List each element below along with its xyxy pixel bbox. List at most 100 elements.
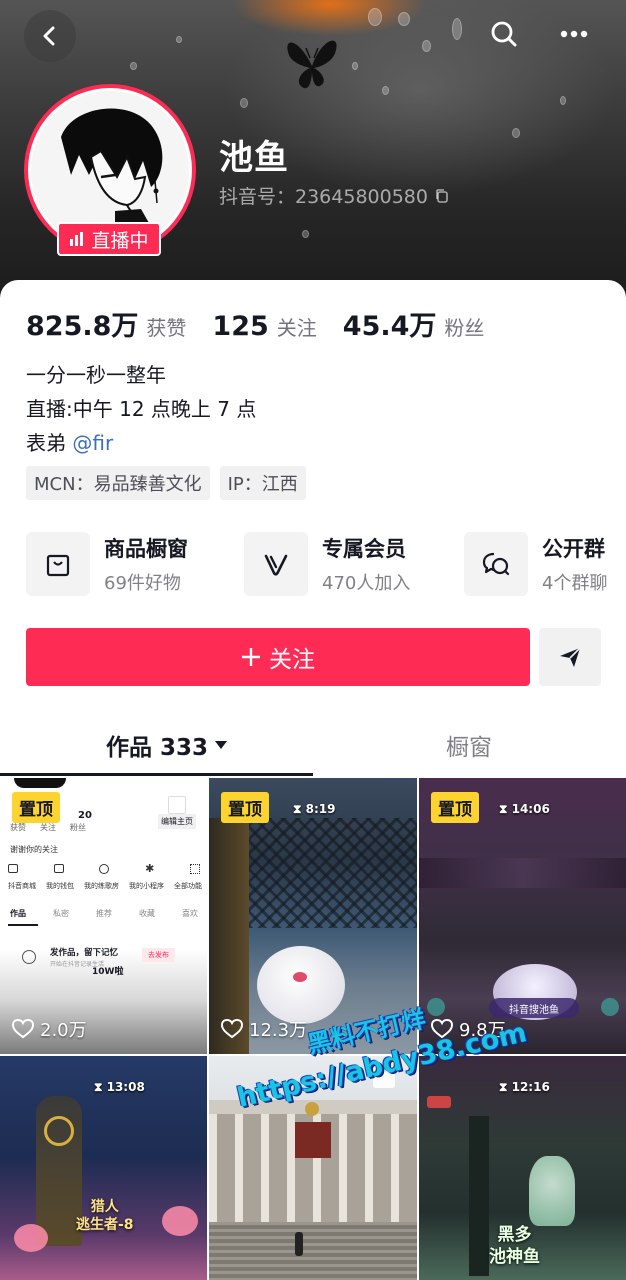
raindrop bbox=[422, 40, 431, 52]
thumb-text: 全部功能 bbox=[174, 882, 202, 890]
douyin-id[interactable]: 抖音号：23645800580 bbox=[219, 182, 450, 209]
thumb-menu-icons: ✱ bbox=[8, 862, 200, 875]
thumb-10w: 10W啦 bbox=[92, 967, 124, 977]
butterfly-decoration bbox=[287, 40, 337, 89]
tree-scenery bbox=[419, 858, 626, 888]
character-figure bbox=[529, 1156, 575, 1226]
profile-tabs: 作品 333 橱窗 bbox=[0, 716, 626, 778]
membership-entry[interactable]: 专属会员 470人加入 bbox=[244, 532, 410, 596]
game-timer: ⧗ 14:06 bbox=[499, 802, 550, 816]
video-thumbnail[interactable]: ⧗ 12:16 黑多 池神鱼 bbox=[419, 1056, 626, 1280]
shop-window-title: 商品橱窗 bbox=[104, 537, 188, 561]
video-thumbnail[interactable]: 20 获赞 关注 粉丝 编辑主页 谢谢你的关注 ✱ 抖音商城 我的钱包 我的练歌… bbox=[0, 778, 207, 1054]
chat-bubble-icon bbox=[482, 552, 510, 576]
more-button[interactable] bbox=[554, 14, 594, 54]
nav-arrow-icon bbox=[601, 998, 619, 1016]
thumb-avatar-edge bbox=[14, 778, 66, 788]
follow-label: 关注 bbox=[269, 647, 315, 673]
nav-arrow-icon bbox=[427, 998, 445, 1016]
thumb-stat-number: 20 bbox=[78, 810, 92, 821]
likes-count[interactable]: 825.8万 bbox=[26, 304, 138, 343]
follow-button[interactable]: 关注 bbox=[26, 628, 530, 686]
profile-tags: MCN：易品臻善文化 IP：江西 bbox=[26, 466, 306, 500]
membership-sub: 470人加入 bbox=[322, 573, 411, 594]
wallet-icon bbox=[53, 864, 64, 873]
raindrop bbox=[302, 230, 309, 238]
paper-plane-icon bbox=[560, 647, 581, 667]
heart-decoration bbox=[162, 1206, 198, 1236]
raindrop bbox=[512, 128, 520, 138]
shop-window-icon-box bbox=[26, 532, 90, 596]
thumb-text: 我的钱包 bbox=[46, 882, 74, 890]
live-label: 直播中 bbox=[91, 229, 149, 252]
share-button[interactable] bbox=[539, 628, 601, 686]
game-hud-tag bbox=[427, 1096, 451, 1108]
like-count: 2.0万 bbox=[12, 1016, 87, 1042]
tree-trunk bbox=[469, 1116, 489, 1276]
building-door bbox=[295, 1122, 331, 1158]
pinned-badge: 置顶 bbox=[12, 792, 60, 823]
game-timer-text: 13:08 bbox=[106, 1080, 145, 1094]
thumb-tab-underline bbox=[8, 924, 38, 926]
followers-count[interactable]: 45.4万 bbox=[343, 304, 437, 343]
following-count[interactable]: 125 bbox=[212, 311, 268, 342]
game-timer: ⧗ 8:19 bbox=[293, 802, 336, 816]
like-count-text: 2.0万 bbox=[40, 1020, 87, 1041]
thumb-menu-row: 抖音商城 我的钱包 我的练歌房 我的小程序 全部功能 bbox=[8, 881, 202, 891]
cart-icon bbox=[8, 864, 18, 873]
mcn-tag[interactable]: MCN：易品臻善文化 bbox=[26, 466, 210, 500]
mention-link[interactable]: @fir bbox=[72, 431, 113, 455]
heart-outline-icon bbox=[12, 1019, 34, 1039]
tab-works[interactable]: 作品 333 bbox=[106, 728, 228, 762]
video-thumbnail[interactable]: 抖音搜池鱼 ⧗ 14:06 置顶 9.8万 bbox=[419, 778, 626, 1054]
heart-decoration bbox=[14, 1224, 48, 1252]
membership-icon-box bbox=[244, 532, 308, 596]
live-badge[interactable]: 直播中 bbox=[57, 222, 161, 256]
active-tab-indicator bbox=[0, 773, 313, 776]
thumb-text: 我的练歌房 bbox=[84, 882, 119, 890]
raindrop bbox=[130, 62, 137, 70]
back-button[interactable] bbox=[24, 10, 76, 62]
tab-shop-window[interactable]: 橱窗 bbox=[446, 728, 492, 762]
game-timer-text: 8:19 bbox=[305, 802, 336, 816]
raindrop bbox=[560, 96, 566, 105]
pinned-badge: 置顶 bbox=[431, 792, 479, 823]
shopping-bag-icon bbox=[46, 554, 70, 577]
thumb-text: 私密 bbox=[53, 909, 69, 918]
game-timer: ⧗ 13:08 bbox=[94, 1080, 145, 1094]
like-count-text: 12.3万 bbox=[249, 1020, 308, 1041]
public-group-entry[interactable]: 公开群 4个群聊 bbox=[464, 532, 607, 596]
service-entries: 商品橱窗 69件好物 专属会员 470人加入 公开群 4个群聊 bbox=[26, 532, 626, 596]
chevron-left-icon bbox=[43, 26, 55, 46]
shop-window-entry[interactable]: 商品橱窗 69件好物 bbox=[26, 532, 188, 596]
tab-works-label: 作品 333 bbox=[106, 735, 209, 761]
douyin-id-text: 抖音号：23645800580 bbox=[219, 186, 428, 208]
game-caption: 猎人 逃生者-8 bbox=[76, 1199, 134, 1233]
thumb-thanks: 谢谢你的关注 bbox=[10, 845, 58, 854]
search-button[interactable] bbox=[484, 14, 524, 54]
live-bars-icon bbox=[70, 232, 84, 246]
more-dots-icon bbox=[560, 30, 588, 38]
profile-banner: 直播中 池鱼 抖音号：23645800580 bbox=[0, 0, 626, 300]
thumb-text: 关注 bbox=[40, 823, 56, 832]
thumb-text: 推荐 bbox=[96, 909, 112, 918]
thumb-text: 抖音商城 bbox=[8, 882, 36, 890]
membership-title: 专属会员 bbox=[322, 537, 406, 561]
emblem bbox=[305, 1102, 319, 1116]
bio-line: 一分一秒一整年 bbox=[26, 363, 166, 387]
music-icon bbox=[99, 864, 110, 874]
profile-bio: 一分一秒一整年 直播:中午 12 点晚上 7 点 表弟 @fir bbox=[26, 358, 256, 460]
thumb-text: 获赞 bbox=[10, 823, 26, 832]
thumb-text: 收藏 bbox=[139, 909, 155, 918]
grid-icon bbox=[189, 864, 200, 874]
shop-window-sub: 69件好物 bbox=[104, 573, 181, 594]
raindrop bbox=[382, 86, 389, 95]
thumb-text: 我的小程序 bbox=[129, 882, 164, 890]
public-group-title: 公开群 bbox=[542, 537, 605, 561]
game-timer-text: 12:16 bbox=[511, 1080, 550, 1094]
copy-icon[interactable] bbox=[434, 188, 450, 204]
search-icon bbox=[491, 21, 517, 47]
asterisk-icon: ✱ bbox=[145, 862, 155, 875]
video-thumbnail[interactable]: ⧗ 13:08 猎人 逃生者-8 bbox=[0, 1056, 207, 1280]
thumb-tab-row: 作品 私密 推荐 收藏 喜欢 bbox=[10, 908, 198, 919]
